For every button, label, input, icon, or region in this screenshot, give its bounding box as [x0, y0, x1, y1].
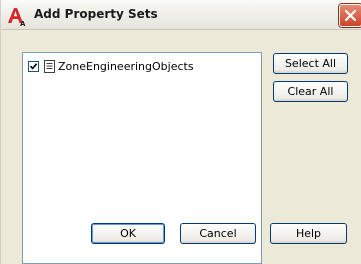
- svg-text:A: A: [20, 20, 26, 26]
- help-button[interactable]: Help: [270, 223, 347, 244]
- property-set-label: ZoneEngineeringObjects: [58, 59, 194, 73]
- title-bar[interactable]: A Add Property Sets: [1, 0, 361, 30]
- property-set-checkbox[interactable]: [28, 60, 39, 72]
- property-set-icon: [44, 59, 55, 73]
- list-item[interactable]: ZoneEngineeringObjects: [28, 58, 194, 74]
- close-icon: [344, 9, 357, 22]
- add-property-sets-dialog: A Add Property Sets ZoneEngineeringObjec…: [0, 0, 361, 264]
- ok-button[interactable]: OK: [91, 223, 165, 244]
- checkmark-icon: [29, 62, 38, 70]
- app-icon: A: [7, 6, 27, 28]
- clear-all-button[interactable]: Clear All: [273, 81, 348, 102]
- cancel-button[interactable]: Cancel: [180, 223, 256, 244]
- close-button[interactable]: [339, 4, 361, 27]
- dialog-title: Add Property Sets: [34, 7, 158, 21]
- select-all-button[interactable]: Select All: [273, 53, 348, 74]
